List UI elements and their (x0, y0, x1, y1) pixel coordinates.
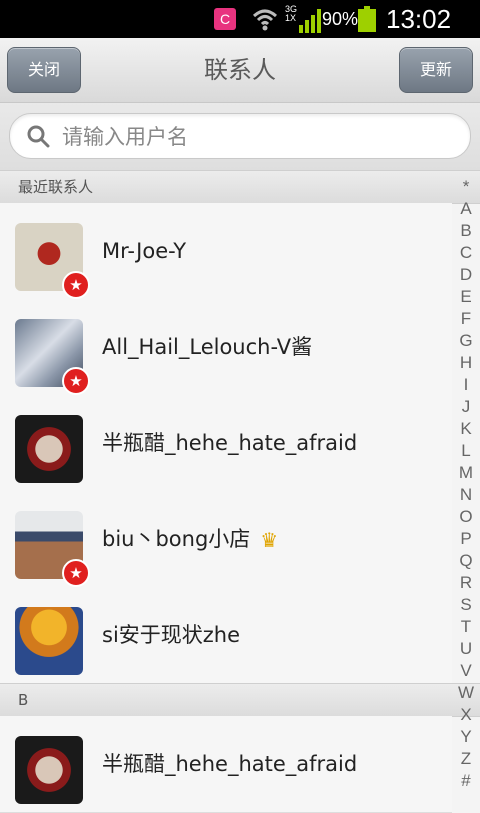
alpha-index-item[interactable]: B (452, 220, 480, 242)
clock: 13:02 (386, 4, 452, 34)
alpha-index-item[interactable]: J (452, 396, 480, 418)
contact-name: 半瓶醋_hehe_hate_afraid (102, 752, 358, 776)
alpha-index-item[interactable]: # (452, 770, 480, 792)
alphabet-index[interactable]: * A B C D E F G H I J K L M N O P Q R S T U V W X Y Z # (452, 176, 480, 800)
contact-row[interactable]: ★ Mr-Joe-Y (0, 203, 452, 300)
title-bar: 联系人 关闭 更新 (0, 38, 480, 103)
alpha-index-item[interactable]: U (452, 638, 480, 660)
section-label: B (18, 691, 29, 709)
update-button[interactable]: 更新 (399, 47, 473, 93)
contact-name-text: biu丶bong小店 (102, 527, 251, 551)
contact-row[interactable]: si安于现状zhe (0, 587, 452, 684)
alpha-index-item[interactable]: A (452, 198, 480, 220)
section-header-recent: 最近联系人 (0, 170, 480, 204)
avatar (15, 607, 83, 675)
alpha-index-item[interactable]: D (452, 264, 480, 286)
network-type-label: 3G 1X (285, 4, 298, 23)
alpha-index-item[interactable]: V (452, 660, 480, 682)
alpha-index-item[interactable]: Y (452, 726, 480, 748)
search-icon (27, 125, 50, 148)
alpha-index-item[interactable]: * (452, 176, 480, 198)
alpha-index-item[interactable]: F (452, 308, 480, 330)
avatar (15, 736, 83, 804)
avatar (15, 415, 83, 483)
battery-percent: 90% (322, 9, 359, 29)
alpha-index-item[interactable]: Z (452, 748, 480, 770)
search-box[interactable] (9, 113, 471, 160)
crown-icon: ♛ (260, 528, 279, 552)
wifi-icon (252, 9, 278, 31)
alpha-index-item[interactable]: G (452, 330, 480, 352)
app-notification-icon: C (214, 8, 236, 30)
cellular-signal-icon: 3G 1X (285, 5, 321, 33)
alpha-index-item[interactable]: H (452, 352, 480, 374)
alpha-index-item[interactable]: S (452, 594, 480, 616)
star-badge-icon: ★ (62, 559, 90, 587)
section-header-b: B (0, 683, 480, 717)
alpha-index-item[interactable]: L (452, 440, 480, 462)
contact-row[interactable]: 半瓶醋_hehe_hate_afraid (0, 395, 452, 492)
contact-name: All_Hail_Lelouch-V酱 (102, 335, 313, 359)
contact-name: biu丶bong小店 ♛ (102, 491, 278, 588)
contact-row[interactable]: ★ biu丶bong小店 ♛ (0, 491, 452, 588)
close-button[interactable]: 关闭 (7, 47, 81, 93)
alpha-index-item[interactable]: Q (452, 550, 480, 572)
contact-name: si安于现状zhe (102, 623, 241, 647)
contact-row[interactable]: 半瓶醋_hehe_hate_afraid (0, 716, 452, 813)
alpha-index-item[interactable]: N (452, 484, 480, 506)
alpha-index-item[interactable]: I (452, 374, 480, 396)
search-bar (0, 103, 480, 171)
alpha-index-item[interactable]: K (452, 418, 480, 440)
star-badge-icon: ★ (62, 367, 90, 395)
alpha-index-item[interactable]: E (452, 286, 480, 308)
alpha-index-item[interactable]: O (452, 506, 480, 528)
battery-icon (358, 6, 376, 32)
status-bar: C 3G 1X 90% 13:02 (0, 0, 480, 38)
alpha-index-item[interactable]: W (452, 682, 480, 704)
star-badge-icon: ★ (62, 271, 90, 299)
contact-row[interactable]: ★ All_Hail_Lelouch-V酱 (0, 299, 452, 396)
alpha-index-item[interactable]: M (452, 462, 480, 484)
section-label: 最近联系人 (18, 178, 94, 196)
alpha-index-item[interactable]: R (452, 572, 480, 594)
contact-name: 半瓶醋_hehe_hate_afraid (102, 431, 358, 455)
alpha-index-item[interactable]: T (452, 616, 480, 638)
alpha-index-item[interactable]: X (452, 704, 480, 726)
alpha-index-item[interactable]: P (452, 528, 480, 550)
contact-name: Mr-Joe-Y (102, 239, 187, 263)
alpha-index-item[interactable]: C (452, 242, 480, 264)
search-input[interactable] (60, 114, 454, 160)
